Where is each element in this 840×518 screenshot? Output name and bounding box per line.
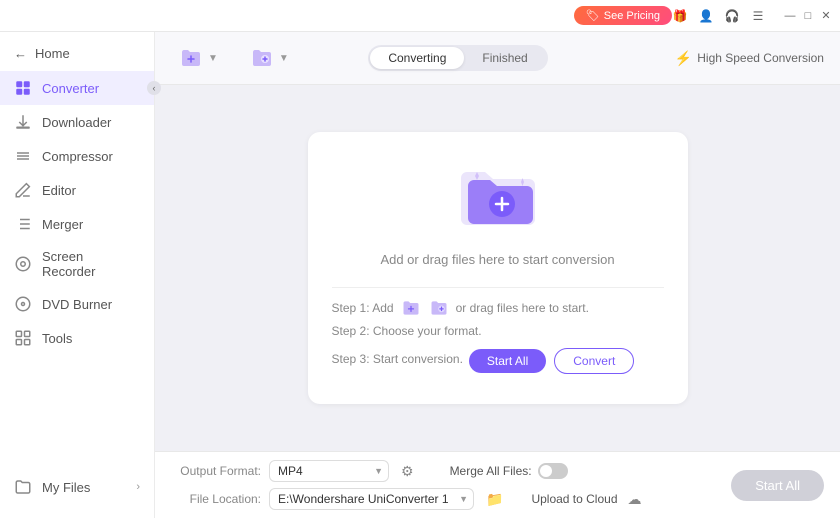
sidebar-item-tools[interactable]: Tools <box>0 321 154 355</box>
editor-icon <box>14 181 32 199</box>
close-button[interactable]: ✕ <box>820 10 832 22</box>
sidebar-item-my-files[interactable]: My Files › <box>14 472 140 502</box>
step3-buttons: Start All Convert <box>469 348 634 374</box>
step1-text: Step 1: Add or drag files here to start. <box>332 298 664 318</box>
step1-add-file-icon[interactable] <box>400 298 422 318</box>
title-bar-right: 🎁 👤 🎧 ☰ — □ ✕ <box>672 8 832 24</box>
step2-text: Step 2: Choose your format. <box>332 324 664 338</box>
add-folder-dropdown-icon: ▼ <box>279 53 289 64</box>
compressor-icon <box>14 147 32 165</box>
start-all-button[interactable]: Start All <box>469 349 546 373</box>
sidebar-home[interactable]: ← Home <box>0 40 154 67</box>
high-speed-conversion-button[interactable]: ⚡ High Speed Conversion <box>675 50 824 67</box>
file-location-select[interactable]: E:\Wondershare UniConverter 1 <box>269 488 474 510</box>
gift-icon[interactable]: 🎁 <box>672 8 688 24</box>
tools-icon <box>14 329 32 347</box>
home-label: Home <box>35 46 70 61</box>
merge-toggle[interactable] <box>538 463 568 479</box>
sidebar-bottom: My Files › <box>0 464 154 510</box>
step3-text: Step 3: Start conversion. Start All Conv… <box>332 344 664 374</box>
screen-recorder-icon <box>14 255 32 273</box>
convert-button[interactable]: Convert <box>554 348 634 374</box>
converter-icon <box>14 79 32 97</box>
sidebar-item-downloader[interactable]: Downloader <box>0 105 154 139</box>
drop-zone[interactable]: Add or drag files here to start conversi… <box>308 132 688 404</box>
converting-tabs: Converting Finished <box>368 45 547 71</box>
dvd-burner-icon <box>14 295 32 313</box>
downloader-icon <box>14 113 32 131</box>
output-format-select[interactable]: MP4 MOV AVI MKV <box>269 460 389 482</box>
lightning-icon: ⚡ <box>675 50 692 67</box>
speed-label: High Speed Conversion <box>697 51 824 65</box>
screen-recorder-label: Screen Recorder <box>42 249 140 279</box>
file-location-field: File Location: E:\Wondershare UniConvert… <box>171 488 719 510</box>
sidebar-item-screen-recorder[interactable]: Screen Recorder <box>0 241 154 287</box>
folder-illustration <box>453 156 543 236</box>
dvd-burner-label: DVD Burner <box>42 297 112 312</box>
output-format-select-wrap: MP4 MOV AVI MKV ▼ <box>269 460 389 482</box>
merge-label: Merge All Files: <box>450 464 532 478</box>
converter-label: Converter <box>42 81 99 96</box>
sidebar: ← Home Converter ‹ Downloader <box>0 32 155 518</box>
merger-icon <box>14 215 32 233</box>
menu-icon[interactable]: ☰ <box>750 8 766 24</box>
tools-label: Tools <box>42 331 72 346</box>
my-files-label: My Files <box>42 480 90 495</box>
step3-label: Step 3: Start conversion. <box>332 352 463 366</box>
headset-icon[interactable]: 🎧 <box>724 8 740 24</box>
tag-icon: 🏷 <box>586 9 600 22</box>
start-all-main-button[interactable]: Start All <box>731 470 824 501</box>
upload-to-cloud-wrap: Upload to Cloud ☁ <box>531 489 645 510</box>
add-files-button[interactable]: ▼ <box>171 42 226 74</box>
step2-label: Step 2: Choose your format. <box>332 324 482 338</box>
upload-label: Upload to Cloud <box>531 492 617 506</box>
browse-folder-icon[interactable]: 📁 <box>482 489 507 510</box>
sidebar-collapse-toggle[interactable]: ‹ <box>147 81 161 95</box>
add-files-dropdown-icon: ▼ <box>208 53 218 64</box>
my-files-icon <box>14 478 32 496</box>
step1-add-folder-icon[interactable] <box>428 298 450 318</box>
user-icon[interactable]: 👤 <box>698 8 714 24</box>
output-format-label: Output Format: <box>171 464 261 478</box>
minimize-button[interactable]: — <box>784 10 796 22</box>
file-location-label: File Location: <box>171 492 261 506</box>
main-content: ▼ ▼ Converting Finished ⚡ High Speed Con… <box>155 32 840 518</box>
back-arrow-icon: ← <box>14 46 27 61</box>
merge-all-wrap: Merge All Files: <box>450 463 568 479</box>
downloader-label: Downloader <box>42 115 111 130</box>
compressor-label: Compressor <box>42 149 113 164</box>
my-files-arrow-icon: › <box>136 481 140 493</box>
sidebar-item-editor[interactable]: Editor <box>0 173 154 207</box>
see-pricing-button[interactable]: 🏷 See Pricing <box>574 6 672 25</box>
sidebar-item-converter[interactable]: Converter ‹ <box>0 71 154 105</box>
tab-finished[interactable]: Finished <box>464 47 545 69</box>
step1-drag-label: or drag files here to start. <box>456 301 589 315</box>
sidebar-item-dvd-burner[interactable]: DVD Burner <box>0 287 154 321</box>
toolbar: ▼ ▼ Converting Finished ⚡ High Speed Con… <box>155 32 840 85</box>
window-controls: — □ ✕ <box>784 10 832 22</box>
tab-converting[interactable]: Converting <box>370 47 464 69</box>
pricing-label: See Pricing <box>604 10 660 22</box>
merger-label: Merger <box>42 217 83 232</box>
bottom-bar: Output Format: MP4 MOV AVI MKV ▼ ⚙ Merge… <box>155 451 840 518</box>
step1-label: Step 1: Add <box>332 301 394 315</box>
sidebar-item-compressor[interactable]: Compressor <box>0 139 154 173</box>
title-bar: 🏷 See Pricing 🎁 👤 🎧 ☰ — □ ✕ <box>0 0 840 32</box>
bottom-fields: Output Format: MP4 MOV AVI MKV ▼ ⚙ Merge… <box>171 460 719 510</box>
cloud-upload-icon[interactable]: ☁ <box>624 489 646 510</box>
sidebar-item-merger[interactable]: Merger <box>0 207 154 241</box>
editor-label: Editor <box>42 183 76 198</box>
app-body: ← Home Converter ‹ Downloader <box>0 32 840 518</box>
drop-zone-wrapper: Add or drag files here to start conversi… <box>155 85 840 451</box>
maximize-button[interactable]: □ <box>802 10 814 22</box>
drop-hint-text: Add or drag files here to start conversi… <box>380 252 614 267</box>
add-folder-button[interactable]: ▼ <box>242 42 297 74</box>
format-settings-icon[interactable]: ⚙ <box>397 461 418 482</box>
output-format-field: Output Format: MP4 MOV AVI MKV ▼ ⚙ Merge… <box>171 460 719 482</box>
file-location-select-wrap: E:\Wondershare UniConverter 1 ▼ <box>269 488 474 510</box>
